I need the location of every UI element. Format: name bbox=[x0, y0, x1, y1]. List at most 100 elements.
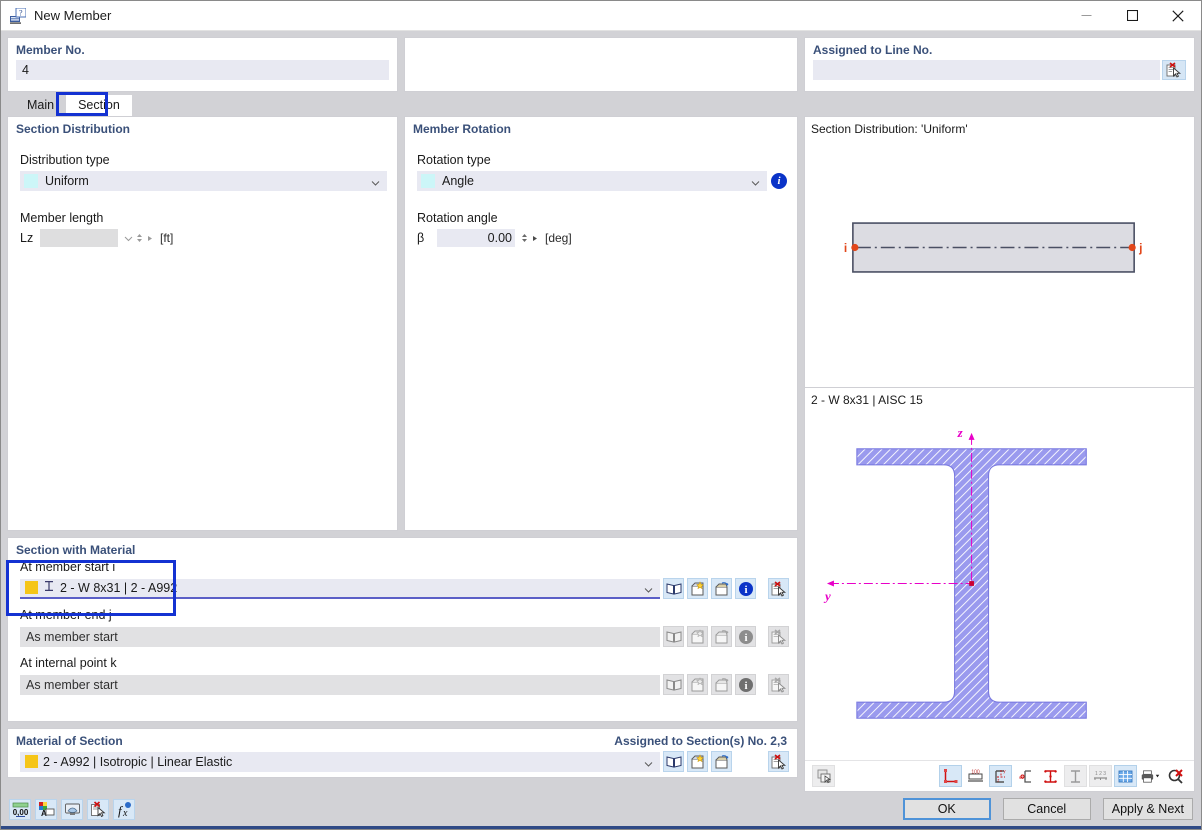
select-pick-icon[interactable] bbox=[768, 626, 789, 647]
status-bar: 0,00 A fx OK Cancel Apply & Next bbox=[1, 792, 1201, 826]
distribution-type-select[interactable]: Uniform bbox=[20, 171, 387, 191]
uniform-swatch bbox=[24, 174, 38, 188]
assigned-line-panel: Assigned to Line No. bbox=[804, 37, 1195, 92]
new-section-icon[interactable] bbox=[687, 674, 708, 695]
dialog-content: Section Distribution Distribution type U… bbox=[1, 116, 1201, 792]
distribution-caption: Section Distribution: 'Uniform' bbox=[811, 122, 968, 136]
i-beam-icon bbox=[43, 580, 55, 595]
member-length-spinner[interactable] bbox=[124, 232, 154, 244]
tab-main[interactable]: Main bbox=[15, 95, 66, 116]
ok-button[interactable]: OK bbox=[902, 798, 991, 820]
select-pick-icon[interactable] bbox=[768, 578, 789, 599]
section-start-value: 2 - W 8x31 | 2 - A992 bbox=[60, 580, 178, 595]
shear-center-icon[interactable]: sc bbox=[1014, 765, 1037, 787]
svg-text:i: i bbox=[744, 632, 747, 644]
angle-swatch bbox=[421, 174, 435, 188]
numbering-icon[interactable]: 1 2 3 bbox=[1089, 765, 1112, 787]
section-start-select[interactable]: 2 - W 8x31 | 2 - A992 bbox=[20, 578, 660, 599]
chevron-down-icon bbox=[644, 583, 653, 593]
new-member-icon: ? bbox=[10, 7, 27, 24]
color-legend-icon[interactable]: A bbox=[35, 798, 57, 820]
section-internal-value[interactable]: As member start bbox=[20, 674, 660, 695]
open-section-icon[interactable] bbox=[711, 578, 732, 599]
cancel-button[interactable]: Cancel bbox=[1002, 798, 1091, 820]
section-color-swatch bbox=[25, 581, 38, 594]
grid-icon[interactable] bbox=[1114, 765, 1137, 787]
library-icon[interactable] bbox=[663, 751, 684, 772]
rotation-angle-row: β 0.00 [deg] bbox=[405, 229, 797, 247]
rotation-type-select[interactable]: Angle bbox=[417, 171, 767, 191]
select-pick-icon[interactable] bbox=[1162, 60, 1186, 80]
chevron-down-icon bbox=[751, 177, 760, 186]
tab-section[interactable]: Section bbox=[66, 95, 132, 116]
svg-text:z: z bbox=[957, 425, 963, 440]
window-title: New Member bbox=[34, 8, 112, 23]
centroid-icon[interactable] bbox=[1039, 765, 1062, 787]
formula-icon[interactable]: fx bbox=[113, 798, 135, 820]
section-internal-row: As member start i bbox=[8, 674, 797, 695]
section-end-value[interactable]: As member start bbox=[20, 626, 660, 647]
title-bar: ? New Member bbox=[1, 1, 1201, 31]
library-icon[interactable] bbox=[663, 578, 684, 599]
material-select[interactable]: 2 - A992 | Isotropic | Linear Elastic bbox=[20, 751, 660, 772]
new-section-icon[interactable] bbox=[687, 626, 708, 647]
svg-text:y: y bbox=[823, 588, 831, 603]
display-properties-icon[interactable] bbox=[61, 798, 83, 820]
svg-text:j: j bbox=[1138, 241, 1142, 255]
rotation-type-value: Angle bbox=[442, 174, 474, 188]
at-member-start-label: At member start i bbox=[20, 560, 116, 574]
new-member-dialog: ? New Member Member No. 4 Assigned to Li… bbox=[0, 0, 1202, 830]
material-color-swatch bbox=[25, 755, 38, 768]
svg-text:x: x bbox=[122, 808, 128, 818]
assigned-line-input[interactable] bbox=[813, 60, 1160, 80]
member-length-row: Lz [ft] bbox=[8, 229, 397, 247]
print-icon[interactable] bbox=[1139, 765, 1162, 787]
preview-column: Section Distribution: 'Uniform' i j 2 - … bbox=[804, 116, 1195, 792]
section-distribution-title: Section Distribution bbox=[16, 122, 130, 136]
select-pick-icon[interactable] bbox=[768, 751, 789, 772]
minimize-icon[interactable] bbox=[1063, 1, 1109, 30]
svg-text:0,00: 0,00 bbox=[12, 808, 28, 817]
info-icon[interactable]: i bbox=[735, 578, 756, 599]
info-icon[interactable]: i bbox=[735, 674, 756, 695]
info-icon[interactable]: i bbox=[735, 626, 756, 647]
select-pick-icon[interactable] bbox=[87, 798, 109, 820]
member-rotation-panel: Member Rotation Rotation type Angle i Ro… bbox=[404, 116, 798, 531]
new-material-icon[interactable] bbox=[687, 751, 708, 772]
open-material-icon[interactable] bbox=[711, 751, 732, 772]
svg-text:sc: sc bbox=[1019, 775, 1024, 780]
at-member-end-label: At member end j bbox=[20, 608, 112, 622]
library-icon[interactable] bbox=[663, 626, 684, 647]
member-no-input[interactable]: 4 bbox=[16, 60, 389, 80]
settings-row: Section Distribution Distribution type U… bbox=[7, 116, 798, 531]
info-icon[interactable]: i bbox=[771, 173, 787, 189]
zoom-reset-icon[interactable] bbox=[1164, 765, 1187, 787]
rotation-angle-spinner[interactable] bbox=[521, 232, 539, 244]
open-section-icon[interactable] bbox=[711, 626, 732, 647]
open-section-icon[interactable] bbox=[711, 674, 732, 695]
member-distribution-preview[interactable]: Section Distribution: 'Uniform' i j bbox=[804, 116, 1195, 388]
material-row: 2 - A992 | Isotropic | Linear Elastic bbox=[8, 751, 797, 772]
distribution-type-label: Distribution type bbox=[20, 153, 110, 167]
select-pick-icon[interactable] bbox=[768, 674, 789, 695]
member-length-input[interactable] bbox=[40, 229, 118, 247]
rotation-angle-unit: [deg] bbox=[545, 231, 572, 245]
number-format-icon[interactable]: 0,00 bbox=[9, 798, 31, 820]
section-outline-icon[interactable] bbox=[1064, 765, 1087, 787]
angle-symbol: β bbox=[417, 231, 425, 245]
accent-bar bbox=[1, 826, 1201, 829]
render-mode-icon[interactable] bbox=[812, 765, 835, 787]
axes-icon[interactable]: yz bbox=[989, 765, 1012, 787]
section-shape-preview[interactable]: 2 - W 8x31 | AISC 15 z y 100 y z sc 1 2 … bbox=[804, 388, 1195, 792]
library-icon[interactable] bbox=[663, 674, 684, 695]
svg-text:y: y bbox=[1003, 768, 1006, 773]
close-icon[interactable] bbox=[1155, 1, 1201, 30]
stress-points-icon[interactable]: 100 bbox=[964, 765, 987, 787]
maximize-icon[interactable] bbox=[1109, 1, 1155, 30]
dimensions-icon[interactable] bbox=[939, 765, 962, 787]
section-with-material-title: Section with Material bbox=[16, 543, 136, 557]
apply-next-button[interactable]: Apply & Next bbox=[1102, 798, 1193, 820]
rotation-angle-input[interactable]: 0.00 bbox=[437, 229, 515, 247]
new-section-icon[interactable] bbox=[687, 578, 708, 599]
svg-text:?: ? bbox=[19, 8, 23, 17]
